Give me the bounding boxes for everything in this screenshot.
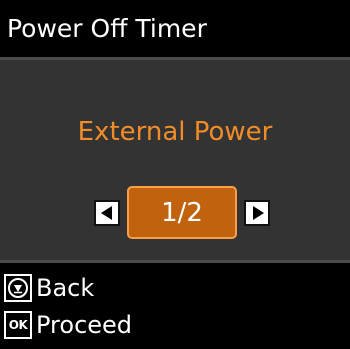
option-label: External Power (77, 117, 273, 147)
proceed-hint[interactable]: OK Proceed (4, 307, 132, 343)
ok-key-icon: OK (4, 311, 32, 339)
back-label: Back (36, 274, 95, 302)
left-arrow-icon[interactable] (94, 200, 120, 226)
back-hint[interactable]: Back (4, 270, 94, 306)
page-title: Power Off Timer (7, 14, 207, 43)
stop-button-icon (4, 274, 32, 302)
proceed-label: Proceed (36, 311, 133, 339)
bottom-divider (0, 260, 350, 263)
lcd-screen: Power Off Timer External Power 1/2 Back … (0, 0, 350, 349)
right-arrow-icon[interactable] (244, 200, 270, 226)
page-indicator-text: 1/2 (161, 197, 203, 228)
page-indicator[interactable]: 1/2 (127, 186, 237, 239)
